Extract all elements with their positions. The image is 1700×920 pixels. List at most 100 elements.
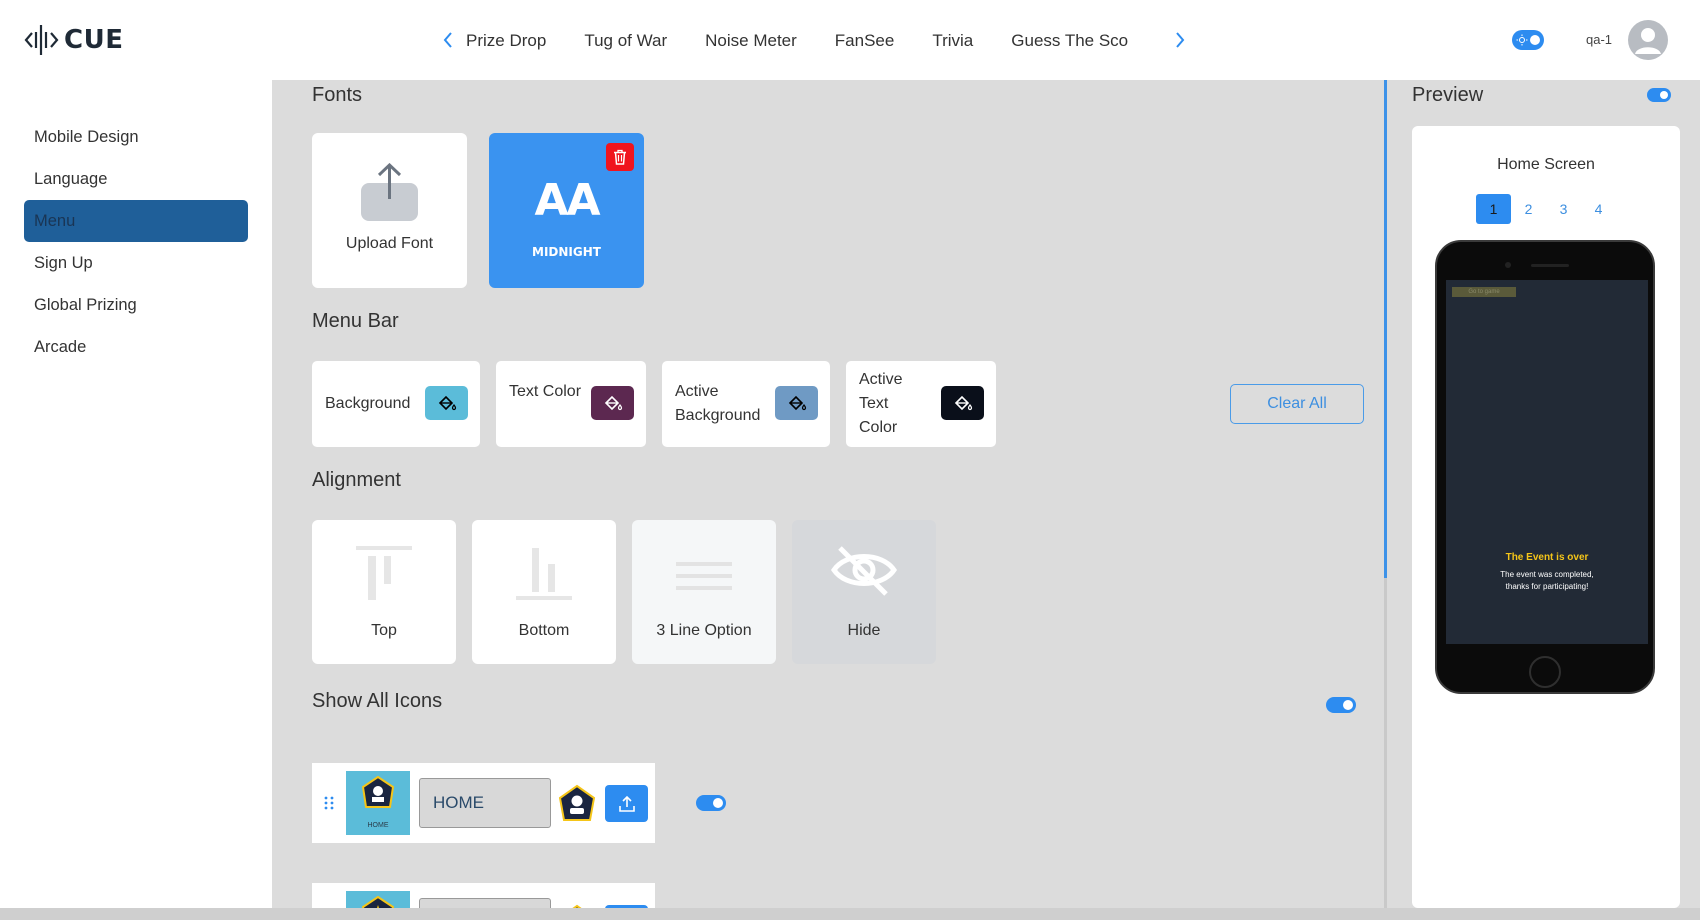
preview-title: Preview: [1412, 84, 1484, 106]
active-background-color-picker[interactable]: [775, 386, 818, 420]
sidebar: Mobile Design Language Menu Sign Up Glob…: [0, 80, 272, 908]
alignment-label-top: Top: [371, 622, 397, 639]
alignment-label-3-line: 3 Line Option: [656, 622, 752, 639]
icon-name-input[interactable]: HOME: [419, 778, 551, 828]
phone-speaker: [1531, 264, 1569, 267]
phone-screen: Go to game The Event is over The event w…: [1446, 280, 1648, 644]
background-color-picker[interactable]: [425, 386, 468, 420]
avatar[interactable]: [1628, 20, 1668, 60]
paint-bucket-icon: [788, 395, 806, 411]
sidebar-item-menu[interactable]: Menu: [24, 200, 248, 242]
upload-icon: [618, 795, 635, 812]
color-label-active-background: Active Background: [675, 383, 761, 424]
align-top-icon: [356, 546, 412, 600]
tab-noise-meter[interactable]: Noise Meter: [705, 28, 797, 54]
show-all-icons-toggle[interactable]: [1326, 697, 1356, 713]
color-label-background: Background: [325, 395, 411, 412]
tabs-next-chevron-right-icon[interactable]: [1170, 28, 1190, 52]
paint-bucket-icon: [604, 395, 622, 411]
top-bar: CUE Prize Drop Tug of War Noise Meter FanSe…: [0, 0, 1700, 80]
color-card-text-color: Text Color: [496, 361, 646, 447]
fonts-title: Fonts: [312, 84, 363, 106]
home-icon: [558, 784, 596, 821]
sidebar-item-arcade[interactable]: Arcade: [24, 326, 248, 368]
tab-tug-of-war[interactable]: Tug of War: [584, 28, 667, 54]
home-icon: [361, 775, 395, 808]
phone-camera: [1505, 262, 1511, 268]
sidebar-item-global-prizing[interactable]: Global Prizing: [24, 284, 248, 326]
font-card-midnight[interactable]: AA MIDNIGHT: [489, 133, 644, 288]
horizontal-scrollbar[interactable]: [0, 908, 1700, 920]
three-lines-icon: [676, 562, 732, 590]
logo[interactable]: CUE: [24, 20, 123, 60]
trash-icon: [614, 149, 626, 165]
paint-bucket-icon: [438, 395, 456, 411]
preview-pane: Preview Home Screen 1 2 3 4 Go to game T…: [1387, 80, 1700, 908]
preview-panel: Home Screen 1 2 3 4 Go to game The Event…: [1412, 126, 1680, 908]
clear-all-button[interactable]: Clear All: [1230, 384, 1364, 424]
phone-mockup: Go to game The Event is over The event w…: [1435, 240, 1655, 694]
color-card-background: Background: [312, 361, 480, 447]
upload-font-label: Upload Font: [345, 235, 434, 252]
menu-icon-row: HOME HOME: [312, 763, 655, 843]
menu-bar-title: Menu Bar: [312, 310, 399, 332]
show-all-icons-title: Show All Icons: [312, 690, 443, 712]
alignment-title: Alignment: [312, 469, 401, 491]
logo-text: CUE: [64, 25, 124, 55]
eye-off-icon: [830, 546, 898, 596]
sidebar-item-mobile-design[interactable]: Mobile Design: [24, 116, 248, 158]
icon-thumbnail-label: HOME: [367, 822, 389, 829]
theme-toggle[interactable]: [1512, 30, 1544, 50]
tab-prize-drop[interactable]: Prize Drop: [466, 28, 546, 54]
tabs-prev-chevron-left-icon[interactable]: [438, 28, 458, 52]
phone-home-button: [1529, 656, 1561, 688]
sun-icon: [1516, 34, 1528, 46]
page-1[interactable]: 1: [1476, 194, 1511, 224]
alignment-label-hide: Hide: [847, 622, 881, 639]
event-over-title: The Event is over: [1505, 552, 1589, 563]
tab-trivia[interactable]: Trivia: [932, 28, 973, 54]
alignment-option-hide[interactable]: Hide: [792, 520, 936, 664]
tab-guess-the-score[interactable]: Guess The Sco: [1011, 28, 1128, 54]
alignment-option-3-line[interactable]: 3 Line Option: [632, 520, 776, 664]
delete-font-button[interactable]: [606, 143, 634, 171]
upload-icon-button[interactable]: [605, 785, 648, 822]
page-3[interactable]: 3: [1546, 194, 1581, 224]
text-color-picker[interactable]: [591, 386, 634, 420]
main-content: Fonts Upload Font AA MIDNIGHT Menu Bar B…: [272, 80, 1386, 908]
cue-logo-icon: [24, 25, 59, 55]
alignment-label-bottom: Bottom: [518, 622, 570, 639]
align-bottom-icon: [516, 548, 572, 600]
font-name: MIDNIGHT: [532, 245, 601, 259]
go-to-game-button[interactable]: Go to game: [1452, 287, 1516, 297]
preview-pager: 1 2 3 4: [1476, 194, 1616, 224]
font-preview: AA: [534, 175, 600, 226]
game-tabs: Prize Drop Tug of War Noise Meter FanSee Tri…: [466, 28, 1164, 54]
alignment-option-top[interactable]: Top: [312, 520, 456, 664]
preview-toggle[interactable]: [1647, 88, 1671, 102]
tab-fansee[interactable]: FanSee: [835, 28, 895, 54]
sidebar-item-language[interactable]: Language: [24, 158, 248, 200]
icon-thumbnail: HOME: [346, 771, 410, 835]
event-over-line-2: thanks for participating!: [1505, 582, 1589, 591]
menu-icon-row: [312, 883, 655, 908]
page-2[interactable]: 2: [1511, 194, 1546, 224]
color-label-text-color: Text Color: [509, 383, 582, 400]
preview-screen-name: Home Screen: [1497, 156, 1595, 173]
page-4[interactable]: 4: [1581, 194, 1616, 224]
user-name: qa-1: [1586, 32, 1613, 47]
color-label-active-text-color: Active Text Color: [859, 371, 903, 436]
menu-icon-row-toggle[interactable]: [696, 795, 726, 811]
paint-bucket-icon: [954, 395, 972, 411]
upload-font-card[interactable]: Upload Font: [312, 133, 467, 288]
drag-handle-icon[interactable]: [324, 796, 334, 810]
event-over-line-1: The event was completed,: [1500, 570, 1594, 579]
icon-name-input[interactable]: [419, 898, 551, 908]
active-text-color-picker[interactable]: [941, 386, 984, 420]
upload-icon: [361, 163, 418, 221]
user-icon: [1635, 28, 1661, 54]
alignment-option-bottom[interactable]: Bottom: [472, 520, 616, 664]
sidebar-item-sign-up[interactable]: Sign Up: [24, 242, 248, 284]
star-badge-icon: [361, 895, 395, 908]
color-card-active-text-color: Active Text Color: [846, 361, 996, 447]
